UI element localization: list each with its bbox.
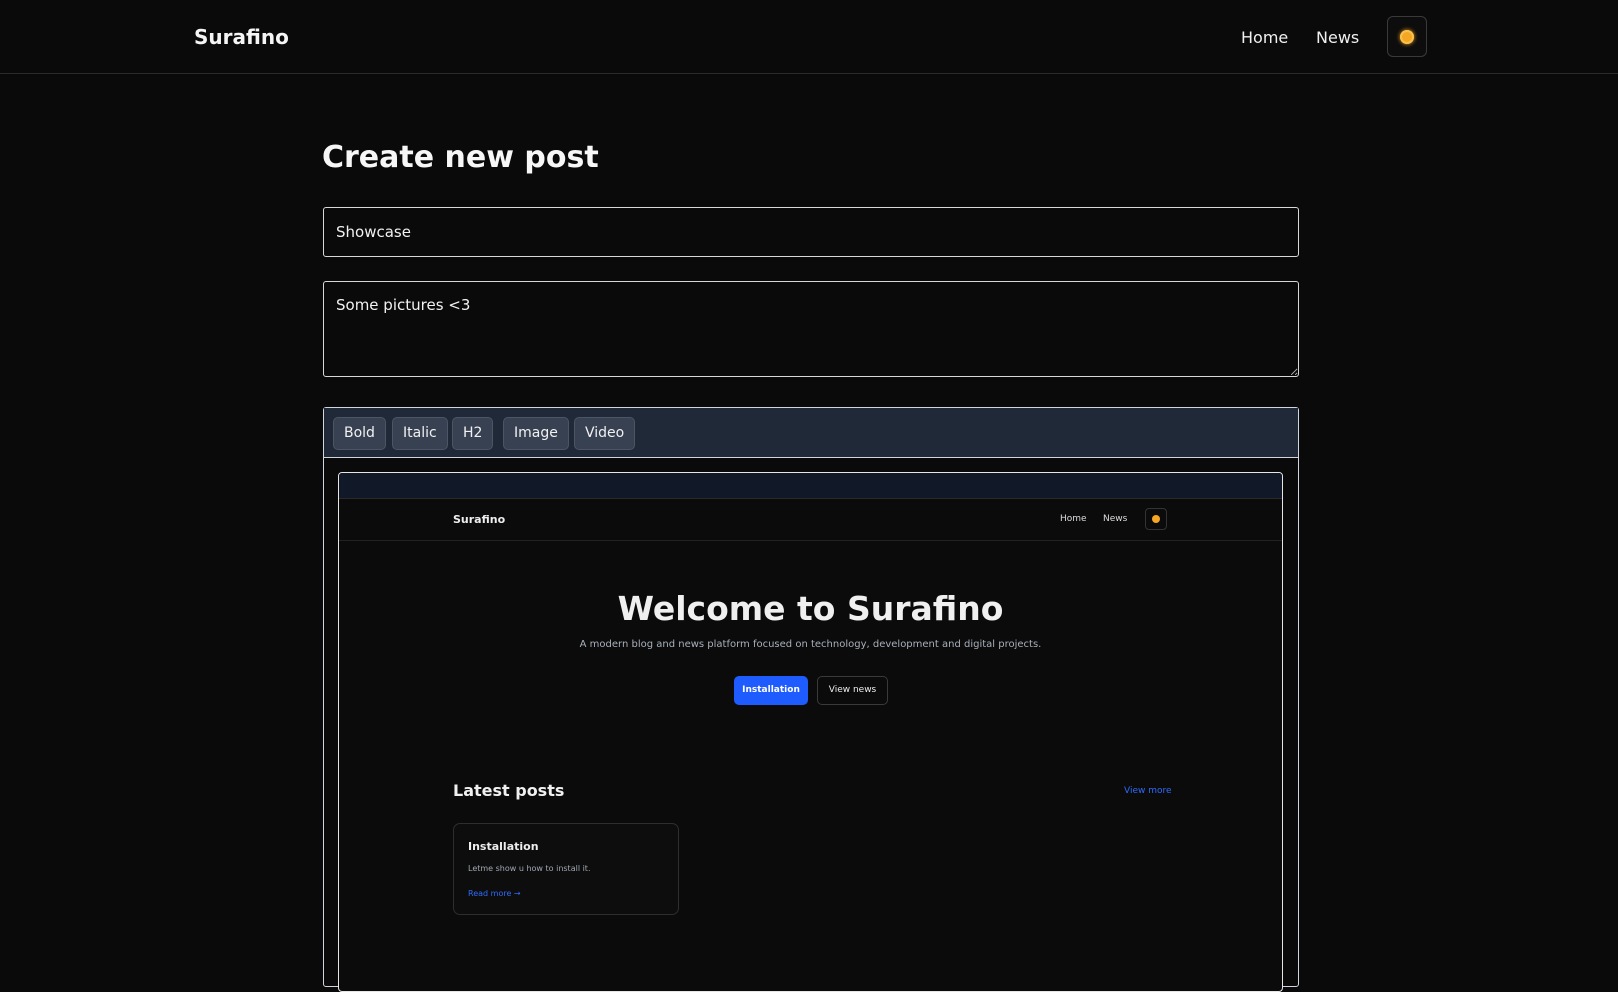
page-title: Create new post — [322, 140, 599, 175]
brand-logo[interactable]: Surafino — [194, 25, 289, 49]
screenshot-installation-button: Installation — [734, 676, 808, 705]
screenshot-nav-news: News — [1103, 514, 1128, 524]
rich-text-editor: Bold Italic H2 Image Video Surafino Home… — [323, 407, 1299, 992]
video-button[interactable]: Video — [574, 417, 636, 450]
screenshot-post-title: Installation — [468, 840, 539, 853]
editor-toolbar: Bold Italic H2 Image Video — [324, 408, 1298, 458]
screenshot-read-more-link: Read more → — [468, 889, 521, 898]
screenshot-theme-button — [1145, 508, 1167, 530]
image-button[interactable]: Image — [503, 417, 569, 450]
screenshot-view-more-link: View more — [1124, 786, 1172, 796]
screenshot-top-strip — [339, 473, 1282, 499]
nav-link-home[interactable]: Home — [1241, 28, 1288, 47]
theme-toggle-button[interactable] — [1387, 16, 1427, 57]
screenshot-nav-home: Home — [1060, 514, 1087, 524]
bold-button[interactable]: Bold — [333, 417, 386, 450]
embedded-screenshot-image[interactable]: Surafino Home News Welcome to Surafino A… — [338, 472, 1283, 992]
h2-button[interactable]: H2 — [452, 417, 494, 450]
post-title-input[interactable] — [323, 207, 1299, 257]
screenshot-hero-title: Welcome to Surafino — [617, 589, 1004, 628]
italic-button[interactable]: Italic — [392, 417, 448, 450]
screenshot-view-news-button: View news — [817, 676, 888, 705]
screenshot-post-card: Installation Letme show u how to install… — [453, 823, 679, 915]
screenshot-latest-posts-title: Latest posts — [453, 781, 565, 800]
nav-link-news[interactable]: News — [1316, 28, 1359, 47]
screenshot-nav-bar: Surafino Home News — [339, 499, 1282, 541]
sun-icon — [1400, 29, 1414, 44]
sun-icon — [1152, 515, 1160, 523]
screenshot-brand: Surafino — [453, 513, 506, 526]
screenshot-hero-subtitle: A modern blog and news platform focused … — [579, 639, 1042, 650]
screenshot-post-description: Letme show u how to install it. — [468, 864, 591, 873]
post-description-textarea[interactable]: Some pictures <3 — [323, 281, 1299, 377]
top-nav-bar: Surafino Home News — [0, 0, 1618, 74]
